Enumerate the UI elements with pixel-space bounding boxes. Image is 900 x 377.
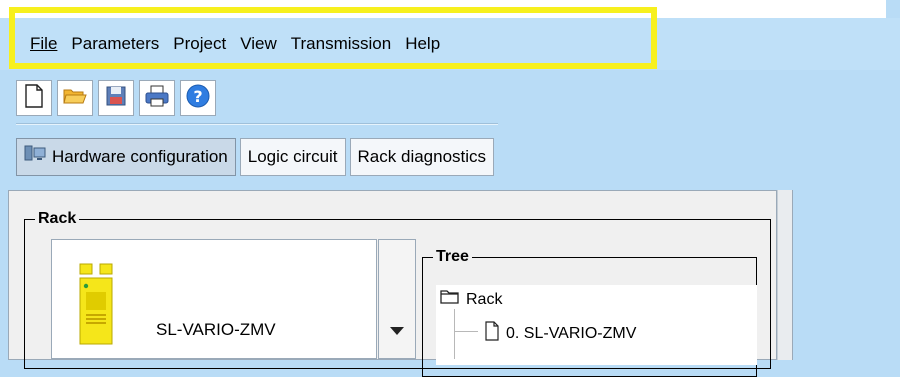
open-folder-icon (62, 85, 88, 112)
rack-device-card[interactable]: SL-VARIO-ZMV (51, 239, 377, 359)
menu-transmission[interactable]: Transmission (291, 32, 403, 56)
workspace-area (793, 190, 900, 360)
menu-view-label: View (240, 34, 277, 53)
tree-view: Rack 0. SL-VARIO-ZMV (436, 285, 757, 365)
tree-node-device-label: 0. SL-VARIO-ZMV (506, 324, 637, 342)
tree-group-title: Tree (433, 247, 472, 267)
tab-rack-diagnostics-label: Rack diagnostics (357, 147, 487, 166)
panel-splitter[interactable] (777, 190, 793, 360)
tab-bar: Hardware configuration Logic circuit Rac… (16, 138, 495, 176)
chevron-down-icon (390, 327, 404, 335)
tab-hardware-configuration-label: Hardware configuration (52, 147, 228, 166)
device-module-icon (78, 258, 118, 355)
tree-node-rack-label: Rack (466, 290, 503, 308)
print-button[interactable] (139, 80, 175, 116)
menu-view[interactable]: View (240, 32, 289, 56)
tree-connector-vertical (454, 309, 455, 359)
menu-project-label: Project (173, 34, 227, 53)
menu-parameters[interactable]: Parameters (71, 32, 171, 56)
save-button[interactable] (98, 80, 134, 116)
help-button[interactable]: ? (180, 80, 216, 116)
tree-node-rack[interactable]: Rack (440, 289, 502, 310)
device-dropdown-button[interactable] (378, 239, 416, 359)
menu-help[interactable]: Help (405, 32, 452, 56)
hardware-icon (24, 138, 46, 176)
new-document-icon (23, 83, 45, 114)
tab-hardware-configuration[interactable]: Hardware configuration (16, 138, 236, 176)
device-label: SL-VARIO-ZMV (156, 320, 276, 339)
document-icon (484, 321, 500, 346)
hardware-config-panel: Rack SL-VARIO-ZMV Tree Rack 0. SL-VARIO-… (8, 190, 777, 377)
menu-items: File Parameters Project View Transmissio… (30, 32, 454, 56)
title-strip (0, 0, 900, 18)
tab-logic-circuit-label: Logic circuit (247, 147, 338, 166)
tab-rack-diagnostics[interactable]: Rack diagnostics (349, 138, 495, 176)
save-icon (104, 84, 128, 113)
open-button[interactable] (57, 80, 93, 116)
tree-connector-horizontal (454, 331, 478, 332)
menu-help-label: Help (405, 34, 441, 53)
svg-text:?: ? (193, 87, 202, 106)
rack-group-title: Rack (35, 209, 80, 229)
toolbar: ? (16, 76, 216, 120)
menu-file[interactable]: File (30, 32, 69, 56)
tree-node-device[interactable]: 0. SL-VARIO-ZMV (484, 321, 636, 346)
new-button[interactable] (16, 80, 52, 116)
menu-bar: File Parameters Project View Transmissio… (0, 18, 900, 70)
menu-parameters-label: Parameters (71, 34, 160, 53)
print-icon (144, 84, 170, 113)
tab-logic-circuit[interactable]: Logic circuit (239, 138, 346, 176)
menu-file-label: File (30, 34, 58, 53)
help-icon: ? (185, 83, 211, 114)
toolbar-separator (16, 123, 498, 125)
menu-transmission-label: Transmission (290, 34, 392, 53)
menu-project[interactable]: Project (173, 32, 238, 56)
folder-icon (440, 289, 460, 310)
